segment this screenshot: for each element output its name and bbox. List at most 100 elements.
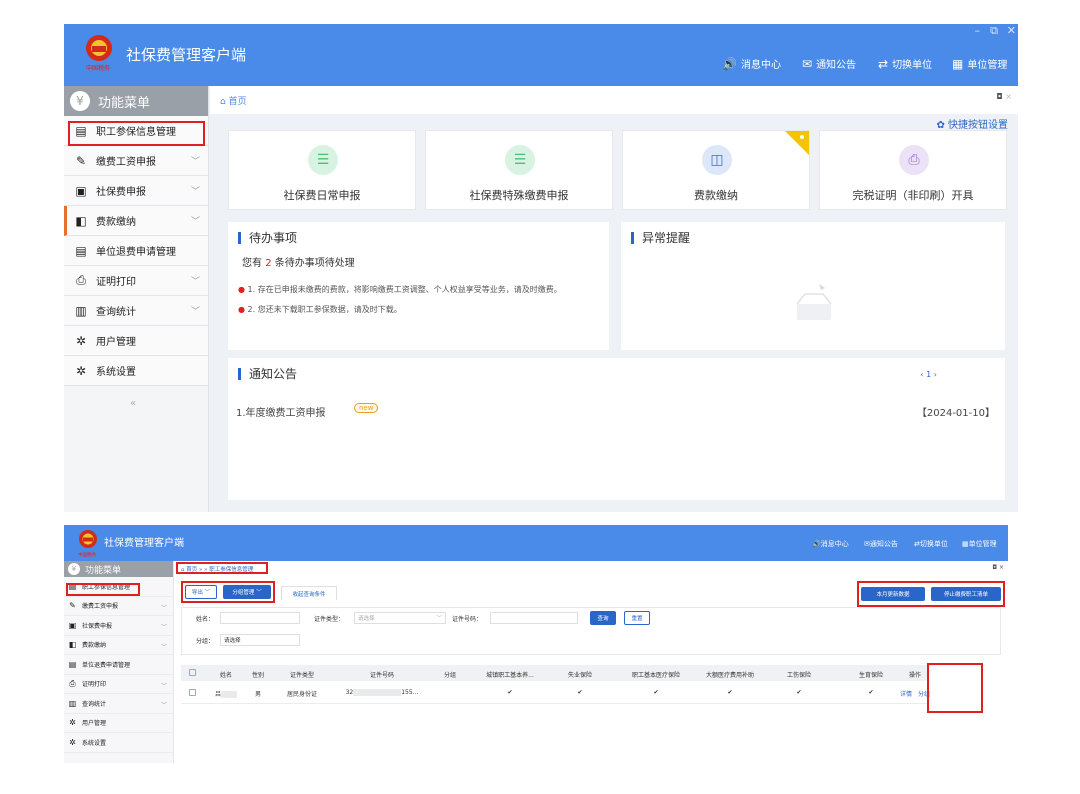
name-input[interactable] (220, 612, 300, 624)
header-switch-unit[interactable]: ⇄切换单位 (914, 539, 948, 549)
detail-link[interactable]: 详情 (899, 689, 913, 698)
column-header: 分组 (443, 672, 456, 679)
sidebar-item-fee-declare[interactable]: ▣ 社保费申报 ﹀ (64, 176, 208, 206)
sidebar-item-label: 缴费工资申报 (96, 157, 156, 168)
card-label: 社保费日常申报 (283, 189, 361, 202)
todo-item-text: 1. 存在已申报未缴费的费款，将影响缴费工资调整、个人权益享受等业务，请及时缴费… (247, 285, 562, 294)
todo-item[interactable]: ● 1. 存在已申报未缴费的费款，将影响缴费工资调整、个人权益享受等业务，请及时… (238, 284, 562, 295)
gear-icon: ✲ (75, 333, 87, 348)
header-switch-unit[interactable]: ⇄ 切换单位 (878, 56, 933, 72)
reset-button[interactable]: 重置 (624, 611, 650, 625)
card-payment[interactable]: ◫ 费款缴纳 (622, 130, 810, 210)
sidebar-item-refund[interactable]: ▤ 单位退费申请管理 (64, 236, 208, 266)
card-daily-declare[interactable]: ☰ 社保费日常申报 (228, 130, 416, 210)
query-button[interactable]: 查询 (590, 611, 616, 625)
switch-icon: ⇄ (878, 56, 889, 71)
sidebar-item-certificate-print[interactable]: ⎙ 证明打印 ﹀ (64, 266, 208, 296)
query-form: 姓名： 证件类型： 请选择 ﹀ 证件号码： 查询 重置 分组： 请选择 (181, 607, 1001, 655)
sidebar-item-user-manage[interactable]: ✲ 用户管理 (64, 714, 173, 733)
app-title: 社保费管理客户端 (104, 538, 184, 549)
sidebar-item-refund[interactable]: ▤ 单位退费申请管理 (64, 655, 173, 675)
sidebar-header: ¥ 功能菜单 (64, 86, 208, 116)
notice-pager[interactable]: ‹ 1 › (920, 370, 937, 379)
doc-icon: ▣ (68, 620, 77, 630)
tab-close-button[interactable]: ◘ × (992, 564, 1004, 571)
select-all-checkbox[interactable] (189, 669, 196, 676)
detail-window: 中国税务 社保费管理客户端 🔊消息中心 ✉通知公告 ⇄切换单位 ▦单位管理 ¥ 功… (64, 525, 1008, 763)
breadcrumb-bar: ⌂ 首页 ◘ × (210, 86, 1018, 114)
quick-settings-button[interactable]: ✿ 快捷按钮设置 (936, 116, 1008, 131)
sidebar-header: ¥ 功能菜单 (64, 561, 173, 577)
sidebar-item-label: 费款缴纳 (96, 217, 136, 228)
sidebar: ¥ 功能菜单 ▤ 职工参保信息管理 ✎ 缴费工资申报 ﹀ ▣ 社保费申报 ﹀ ◧ 费款缴纳 ﹀… (64, 86, 209, 512)
sidebar-item-certificate-print[interactable]: ⎙ 证明打印 ﹀ (64, 675, 173, 694)
id-type-select[interactable]: 请选择 ﹀ (354, 612, 446, 624)
alert-title: 异常提醒 (631, 232, 690, 244)
breadcrumb-home: 首页 (228, 97, 247, 107)
group-select[interactable]: 请选择 (220, 634, 300, 646)
sidebar-item-label: 查询统计 (96, 307, 136, 318)
header-message-center[interactable]: 🔊 消息中心 (722, 56, 781, 72)
header-notices[interactable]: ✉ 通知公告 (802, 56, 856, 72)
todo-count-number: 2 (265, 258, 272, 269)
tab-close-button[interactable]: ◘ × (996, 92, 1012, 101)
check-icon: ✔ (653, 689, 659, 696)
restore-button[interactable]: ⧉ (990, 24, 998, 38)
sidebar-item-payment[interactable]: ◧ 费款缴纳 ﹀ (64, 206, 208, 236)
sidebar-collapse-button[interactable]: « (130, 398, 136, 409)
new-badge: new (354, 403, 379, 413)
gear-icon: ✲ (69, 737, 76, 747)
header-nav-label: 切换单位 (892, 60, 933, 71)
list-icon: ▤ (68, 659, 77, 669)
column-header: 生育保险 (858, 672, 883, 679)
todo-panel: 待办事项 您有 2 条待办事项待处理 ● 1. 存在已申报未缴费的费款，将影响缴… (228, 222, 609, 350)
todo-item[interactable]: ● 2. 您还未下载职工参保数据，请及时下载。 (238, 304, 402, 315)
sidebar-item-fee-declare[interactable]: ▣ 社保费申报 ﹀ (64, 616, 173, 636)
header-unit-manage[interactable]: ▦ 单位管理 (952, 56, 1007, 72)
sidebar-item-payment[interactable]: ◧ 费款缴纳 ﹀ (64, 636, 173, 655)
column-header: 姓名 (219, 672, 232, 679)
sidebar-item-wage-declare[interactable]: ✎ 缴费工资申报 ﹀ (64, 146, 208, 176)
header-nav-label: 单位管理 (968, 540, 997, 548)
name-label: 姓名： (196, 616, 215, 623)
header-notices[interactable]: ✉通知公告 (864, 539, 898, 549)
minimize-button[interactable]: – (975, 24, 981, 37)
sidebar-item-system-settings[interactable]: ✲ 系统设置 (64, 356, 208, 386)
row-checkbox[interactable] (189, 689, 196, 696)
table-row[interactable]: 吕 男 居民身份证 32 155... ✔ ✔ ✔ ✔ ✔ ✔ 详情 分组 (181, 682, 930, 704)
svg-text:中国税务: 中国税务 (78, 551, 96, 558)
card-tax-certificate[interactable]: ⎙ 完税证明（非印刷）开具 (819, 130, 1007, 210)
cell-id-type: 居民身份证 (286, 691, 317, 698)
edit-icon: ✎ (69, 601, 76, 611)
group-label: 分组： (196, 638, 215, 645)
table-header: 姓名 性别 证件类型 证件号码 分组 城镇职工基本养... 失业保险 职工基本医… (181, 665, 929, 681)
sidebar-item-label: 用户管理 (82, 720, 107, 728)
yuan-icon: ¥ (68, 563, 80, 575)
card-special-declare[interactable]: ☰ 社保费特殊缴费申报 (425, 130, 613, 210)
sidebar-item-user-manage[interactable]: ✲ 用户管理 (64, 326, 208, 356)
header-unit-manage[interactable]: ▦单位管理 (962, 539, 997, 549)
sidebar-item-label: 系统设置 (82, 739, 107, 747)
sidebar-item-label: 证明打印 (96, 277, 136, 288)
tab-collapse-filters[interactable]: 收起查询条件 (281, 586, 337, 600)
id-no-input[interactable] (490, 612, 578, 624)
column-header: 工伤保险 (786, 672, 811, 679)
column-header: 性别 (251, 672, 264, 679)
breadcrumb[interactable]: ⌂ 首页 (220, 94, 247, 107)
header-nav-label: 切换单位 (919, 540, 948, 548)
sidebar-item-query-stats[interactable]: ▥ 查询统计 ﹀ (64, 694, 173, 714)
column-header: 城镇职工基本养... (486, 672, 534, 679)
sidebar-item-system-settings[interactable]: ✲ 系统设置 (64, 733, 173, 753)
notice-title: 通知公告 (238, 368, 297, 380)
redaction-mask (221, 691, 237, 698)
notice-item-title[interactable]: 1.年度缴费工资申报 (236, 404, 326, 419)
sidebar-item-query-stats[interactable]: ▥ 查询统计 ﹀ (64, 296, 208, 326)
todo-item-text: 2. 您还未下载职工参保数据，请及时下载。 (247, 305, 402, 314)
sidebar-item-wage-declare[interactable]: ✎ 缴费工资申报 ﹀ (64, 597, 173, 616)
close-button[interactable]: ✕ (1007, 24, 1016, 37)
header-message-center[interactable]: 🔊消息中心 (812, 539, 849, 549)
chevron-down-icon: ﹀ (190, 307, 200, 317)
print-icon: ⎙ (76, 273, 86, 287)
cell-gender: 男 (254, 691, 261, 698)
todo-count: 您有 2 条待办事项待处理 (242, 254, 355, 269)
